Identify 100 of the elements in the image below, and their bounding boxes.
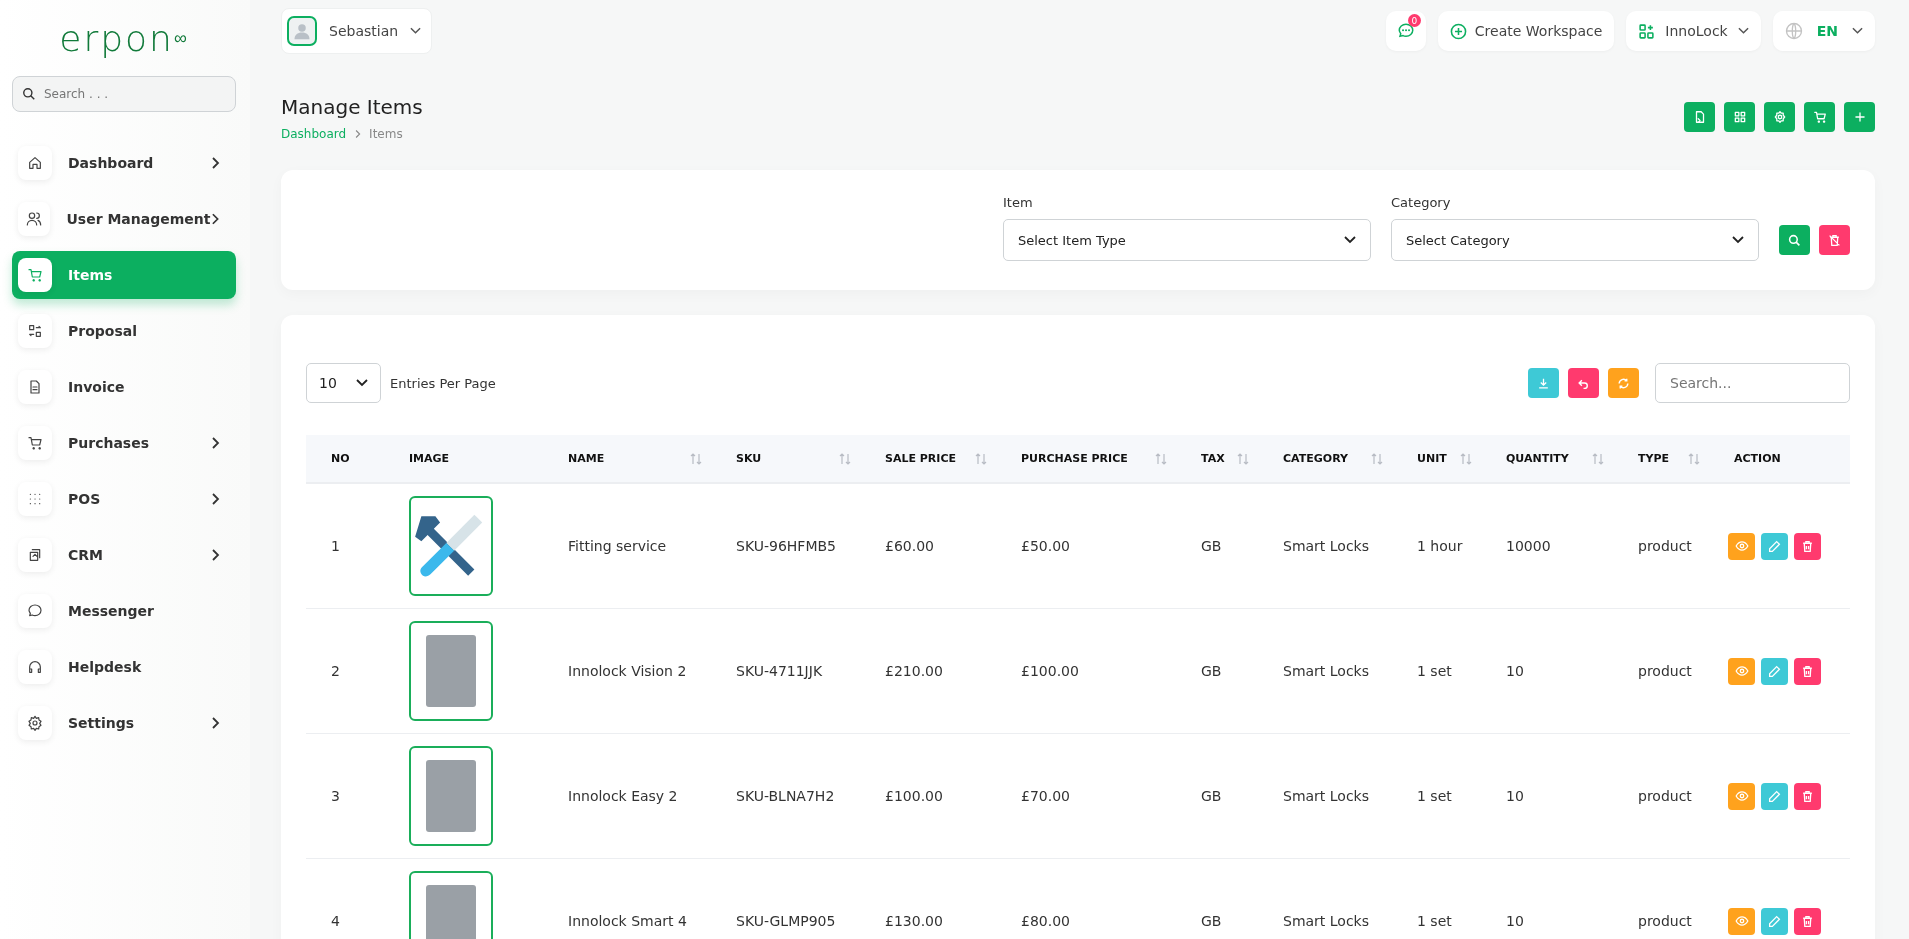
- entries-select[interactable]: 10: [306, 363, 381, 403]
- eye-icon: [1734, 789, 1749, 803]
- sort-icon: [690, 452, 702, 465]
- edit-button[interactable]: [1761, 657, 1788, 685]
- nav-icon: [26, 211, 43, 227]
- chevron-down-icon: [1344, 236, 1356, 244]
- field-label: Item: [1003, 195, 1034, 210]
- plus-circle-icon: [1449, 22, 1467, 40]
- pencil-icon: [1768, 789, 1781, 803]
- create-workspace-button[interactable]: Create Workspace: [1437, 11, 1615, 51]
- delete-button[interactable]: [1794, 782, 1821, 810]
- trash-off-icon: [1828, 233, 1841, 247]
- sidebar-item[interactable]: Helpdesk: [12, 643, 236, 691]
- chevron-right-icon: [210, 493, 220, 505]
- cart-button[interactable]: [1804, 102, 1835, 132]
- chevron-down-icon: [410, 27, 422, 35]
- entries-label: Entries Per Page: [390, 375, 496, 391]
- table-cell: GB: [1201, 788, 1222, 804]
- edit-button[interactable]: [1761, 782, 1788, 810]
- table-cell: 1 set: [1417, 788, 1452, 804]
- column-header[interactable]: TYPE: [1618, 452, 1714, 465]
- table-cell: product: [1638, 538, 1692, 554]
- refresh-icon: [1617, 376, 1630, 390]
- column-header[interactable]: SALE PRICE: [865, 452, 1001, 465]
- table-cell: £130.00: [885, 913, 943, 929]
- clear-filter-button[interactable]: [1819, 225, 1850, 255]
- table-cell: 1 set: [1417, 913, 1452, 929]
- view-button[interactable]: [1728, 782, 1755, 810]
- table-cell: £80.00: [1021, 913, 1070, 929]
- settings-icon: [1772, 110, 1787, 124]
- breadcrumb-current: Items: [369, 127, 403, 141]
- refresh-button[interactable]: [1608, 368, 1639, 398]
- table-cell: £60.00: [885, 538, 934, 554]
- sidebar-item[interactable]: Purchases: [12, 419, 236, 467]
- table-cell: 10: [1506, 788, 1524, 804]
- nav-icon: [27, 155, 43, 171]
- sidebar-item[interactable]: Settings: [12, 699, 236, 747]
- delete-button[interactable]: [1794, 907, 1821, 935]
- chat-icon: [1396, 22, 1415, 40]
- grid-button[interactable]: [1724, 102, 1755, 132]
- trash-icon: [1801, 664, 1814, 678]
- table-cell: GB: [1201, 913, 1222, 929]
- notification-badge: 0: [1407, 14, 1421, 27]
- sidebar-item[interactable]: POS: [12, 475, 236, 523]
- photo-placeholder: [426, 885, 476, 939]
- sidebar-item[interactable]: Messenger: [12, 587, 236, 635]
- settings-button[interactable]: [1764, 102, 1795, 132]
- view-button[interactable]: [1728, 657, 1755, 685]
- sidebar-item[interactable]: Proposal: [12, 307, 236, 355]
- column-header: ACTION: [1733, 452, 1782, 465]
- table-cell: 1 set: [1417, 663, 1452, 679]
- view-button[interactable]: [1728, 907, 1755, 935]
- plus-button[interactable]: [1844, 102, 1875, 132]
- eye-icon: [1734, 914, 1749, 928]
- column-header[interactable]: PURCHASE PRICE: [1001, 452, 1181, 465]
- column-header[interactable]: QUANTITY: [1486, 452, 1618, 465]
- select-field[interactable]: Select Category: [1391, 219, 1759, 261]
- sidebar-item[interactable]: CRM: [12, 531, 236, 579]
- view-button[interactable]: [1728, 532, 1755, 560]
- edit-button[interactable]: [1761, 907, 1788, 935]
- page-title: Manage Items: [281, 95, 423, 119]
- table-cell: Innolock Easy 2: [568, 788, 678, 804]
- column-header[interactable]: UNIT: [1397, 452, 1486, 465]
- column-header[interactable]: SKU: [716, 452, 865, 465]
- delete-button[interactable]: [1794, 532, 1821, 560]
- search-field[interactable]: Search...: [1655, 363, 1850, 403]
- column-header[interactable]: CATEGORY: [1263, 452, 1397, 465]
- sidebar-item[interactable]: User Management: [12, 195, 236, 243]
- nav-icon: [27, 379, 43, 395]
- table-cell: GB: [1201, 663, 1222, 679]
- sidebar-item[interactable]: Invoice: [12, 363, 236, 411]
- table-cell: £100.00: [1021, 663, 1079, 679]
- sort-icon: [1592, 452, 1604, 465]
- sort-icon: [975, 452, 987, 465]
- table-cell: 2: [331, 663, 340, 679]
- undo-button[interactable]: [1568, 368, 1599, 398]
- sort-icon: [1688, 452, 1700, 465]
- eye-icon: [1734, 664, 1749, 678]
- edit-button[interactable]: [1761, 532, 1788, 560]
- table-cell: Fitting service: [568, 538, 667, 554]
- select-field[interactable]: Select Item Type: [1003, 219, 1371, 261]
- eye-icon: [1734, 539, 1749, 553]
- workspace-menu[interactable]: InnoLock: [1626, 11, 1761, 51]
- nav-icon: [27, 603, 43, 619]
- column-header[interactable]: NAME: [548, 452, 716, 465]
- table-cell: £210.00: [885, 663, 943, 679]
- search-button[interactable]: [1779, 225, 1810, 255]
- chevron-right-icon: [210, 549, 220, 561]
- globe-icon: [1784, 22, 1803, 40]
- photo-placeholder: [426, 760, 476, 832]
- delete-button[interactable]: [1794, 657, 1821, 685]
- chevron-down-icon: [1737, 27, 1749, 35]
- nav-icon: [27, 715, 43, 731]
- sidebar-item[interactable]: Dashboard: [12, 139, 236, 187]
- file-import-button[interactable]: [1684, 102, 1715, 132]
- column-header[interactable]: TAX: [1181, 452, 1263, 465]
- download-button[interactable]: [1528, 368, 1559, 398]
- nav-icon: [27, 267, 43, 283]
- user-menu[interactable]: Sebastian: [281, 8, 433, 54]
- search-field[interactable]: Search . . .: [12, 76, 236, 112]
